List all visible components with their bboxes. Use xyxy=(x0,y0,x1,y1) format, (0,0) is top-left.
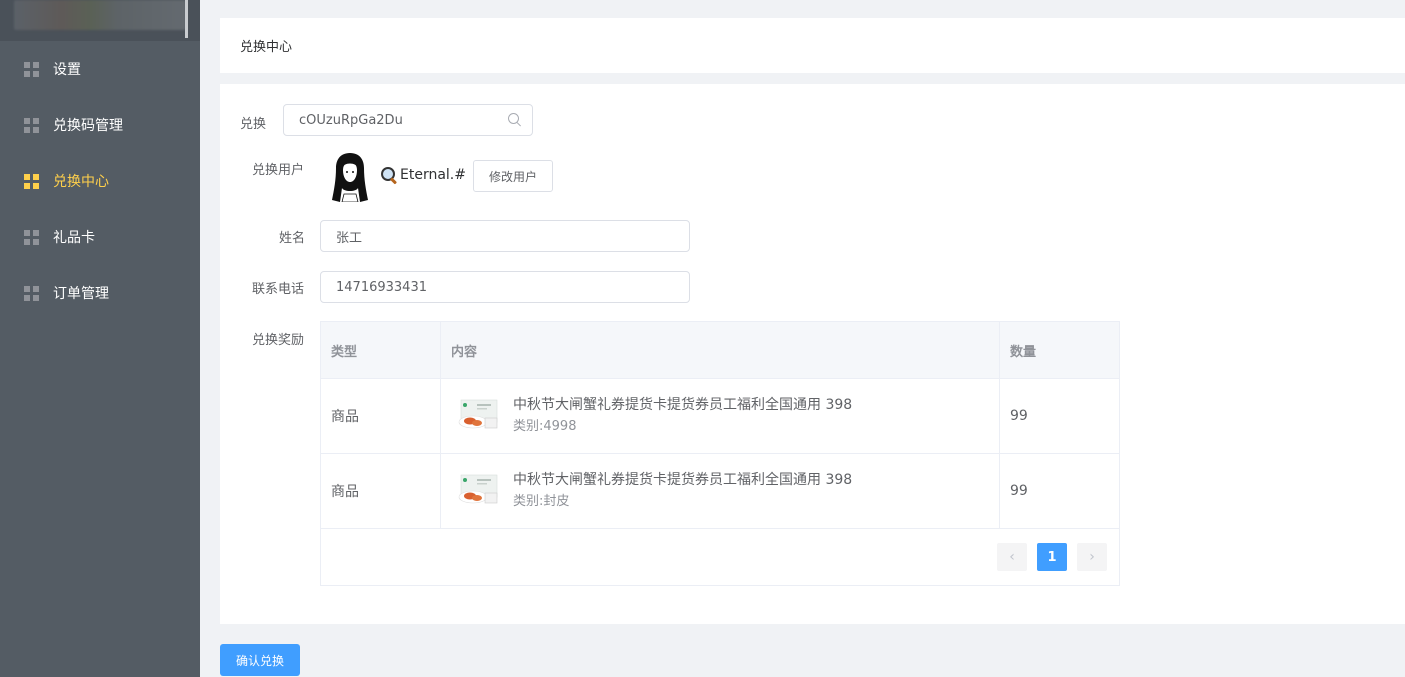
grid-icon xyxy=(24,117,39,133)
sidebar-item-label: 订单管理 xyxy=(53,286,109,302)
table-header: 类型 内容 数量 xyxy=(321,322,1119,379)
product-thumbnail xyxy=(458,399,498,429)
avatar xyxy=(330,150,370,202)
user-name-text: Eternal.# xyxy=(400,167,466,183)
grid-icon xyxy=(24,61,39,77)
reward-table: 类型 内容 数量 商品 中秋节大闸蟹礼券提货卡提货券员工福利全国通用 398 类… xyxy=(320,321,1120,586)
grid-icon xyxy=(24,173,39,189)
sidebar-item-label: 礼品卡 xyxy=(53,230,95,246)
table-row: 商品 中秋节大闸蟹礼券提货卡提货券员工福利全国通用 398 类别:4998 99 xyxy=(321,379,1119,454)
product-category: 类别:封皮 xyxy=(513,494,570,509)
user-name: Eternal.# xyxy=(380,166,466,184)
name-value: 张工 xyxy=(336,230,363,246)
confirm-redeem-button[interactable]: 确认兑换 xyxy=(220,644,300,676)
product-title: 中秋节大闸蟹礼券提货卡提货券员工福利全国通用 398 xyxy=(513,472,853,488)
page-header: 兑换中心 xyxy=(220,18,1405,73)
cell-content: 中秋节大闸蟹礼券提货卡提货券员工福利全国通用 398 类别:封皮 xyxy=(441,454,1000,528)
sidebar-item-label: 兑换码管理 xyxy=(53,118,123,134)
cell-type: 商品 xyxy=(321,379,441,453)
name-input[interactable]: 张工 xyxy=(320,220,690,252)
next-page-button[interactable]: › xyxy=(1077,543,1107,571)
column-header-quantity: 数量 xyxy=(1010,344,1037,360)
user-label: 兑换用户 xyxy=(252,163,305,178)
name-label: 姓名 xyxy=(279,231,306,246)
search-icon[interactable] xyxy=(508,113,522,127)
cell-content: 中秋节大闸蟹礼券提货卡提货券员工福利全国通用 398 类别:4998 xyxy=(441,379,1000,453)
sidebar-item-redeem-center[interactable]: 兑换中心 xyxy=(0,153,200,209)
change-user-button[interactable]: 修改用户 xyxy=(473,160,553,192)
product-category: 类别:4998 xyxy=(513,419,577,434)
cell-quantity: 99 xyxy=(1010,408,1028,424)
prev-page-button[interactable]: ‹ xyxy=(997,543,1027,571)
logo-area xyxy=(0,0,200,41)
magnifier-icon xyxy=(380,166,398,184)
grid-icon xyxy=(24,229,39,245)
phone-label: 联系电话 xyxy=(252,282,305,297)
pagination: ‹ 1 › xyxy=(319,529,1119,585)
sidebar-item-settings[interactable]: 设置 xyxy=(0,41,200,97)
column-header-content: 内容 xyxy=(441,322,1000,378)
table-row: 商品 中秋节大闸蟹礼券提货卡提货券员工福利全国通用 398 类别:封皮 99 xyxy=(321,454,1119,529)
grid-icon xyxy=(24,285,39,301)
redeem-form-card: 兑换 cOUzuRpGa2Du 兑换用户 Eternal.# 修改用户 姓名 张… xyxy=(220,84,1405,624)
sidebar-item-gift-card[interactable]: 礼品卡 xyxy=(0,209,200,265)
phone-value: 14716933431 xyxy=(336,279,427,295)
sidebar-item-label: 设置 xyxy=(53,62,81,78)
product-title: 中秋节大闸蟹礼券提货卡提货券员工福利全国通用 398 xyxy=(513,397,853,413)
page-title: 兑换中心 xyxy=(240,40,293,55)
product-thumbnail xyxy=(458,474,498,504)
page-number-current[interactable]: 1 xyxy=(1037,543,1067,571)
phone-input[interactable]: 14716933431 xyxy=(320,271,690,303)
logo-divider xyxy=(185,0,188,38)
code-search-input[interactable]: cOUzuRpGa2Du xyxy=(283,104,533,136)
column-header-type: 类型 xyxy=(321,322,441,378)
reward-label: 兑换奖励 xyxy=(252,333,305,348)
sidebar-item-code-management[interactable]: 兑换码管理 xyxy=(0,97,200,153)
logo-image xyxy=(14,0,186,30)
cell-quantity: 99 xyxy=(1010,483,1028,499)
cell-type: 商品 xyxy=(321,454,441,528)
sidebar-item-label: 兑换中心 xyxy=(53,174,109,190)
sidebar: 设置 兑换码管理 兑换中心 礼品卡 订单管理 xyxy=(0,0,200,677)
code-label: 兑换 xyxy=(240,117,267,132)
code-value: cOUzuRpGa2Du xyxy=(299,112,403,128)
sidebar-item-order-management[interactable]: 订单管理 xyxy=(0,265,200,321)
